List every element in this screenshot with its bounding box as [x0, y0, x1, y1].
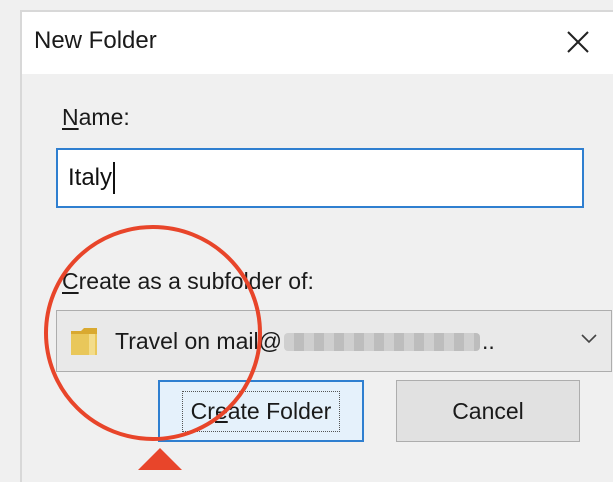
text-caret: [113, 162, 116, 194]
name-label: Name:: [62, 104, 130, 131]
new-folder-dialog: New Folder Name: Italy Create as a subfo…: [20, 10, 613, 482]
title-bar: New Folder: [22, 12, 613, 74]
chevron-down-icon[interactable]: [579, 331, 599, 345]
folder-icon: [71, 328, 97, 355]
cancel-label: Cancel: [452, 397, 524, 424]
subfolder-label-text: reate as a subfolder of:: [78, 268, 314, 294]
create-folder-label: Create Folder: [181, 390, 341, 432]
parent-folder-dropdown[interactable]: Travel on mail@..: [56, 310, 612, 372]
dropdown-selected-prefix: Travel on mail@: [115, 327, 282, 354]
subfolder-label: Create as a subfolder of:: [62, 268, 314, 295]
folder-name-input[interactable]: Italy: [56, 148, 584, 208]
cancel-button[interactable]: Cancel: [396, 380, 580, 442]
subfolder-label-accel: C: [62, 268, 79, 294]
dropdown-selected-value: Travel on mail@..: [115, 328, 495, 355]
close-icon[interactable]: [560, 24, 596, 60]
dropdown-ellipsis: ..: [481, 327, 495, 354]
folder-name-value: Italy: [68, 164, 113, 191]
name-label-accel: N: [62, 104, 79, 130]
create-folder-label-post: ate Folder: [227, 397, 332, 424]
create-folder-label-accel: e: [214, 397, 228, 424]
dialog-title: New Folder: [34, 27, 157, 54]
name-label-text: ame:: [78, 104, 130, 130]
redacted-email: [283, 333, 480, 352]
create-folder-label-pre: Cr: [190, 397, 215, 424]
create-folder-button[interactable]: Create Folder: [158, 380, 364, 442]
